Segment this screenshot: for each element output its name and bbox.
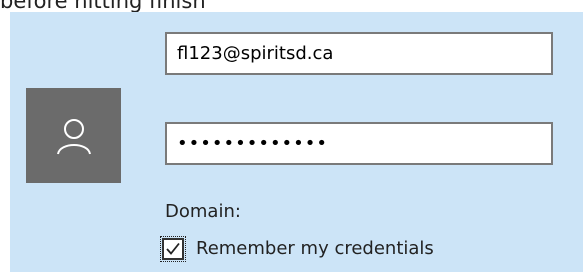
user-avatar (26, 88, 121, 183)
password-field[interactable] (165, 122, 553, 165)
email-field[interactable] (165, 32, 553, 75)
checkmark-icon (166, 242, 180, 255)
remember-credentials-checkbox[interactable]: Remember my credentials (160, 234, 434, 264)
checkbox-box[interactable] (160, 236, 186, 262)
credentials-panel: Domain: Remember my credentials (10, 12, 583, 272)
user-icon (56, 118, 91, 154)
domain-label: Domain: (165, 201, 241, 222)
screenshot-root: before hitting finish Domain: Remember m… (0, 0, 583, 272)
remember-credentials-label: Remember my credentials (196, 238, 434, 259)
